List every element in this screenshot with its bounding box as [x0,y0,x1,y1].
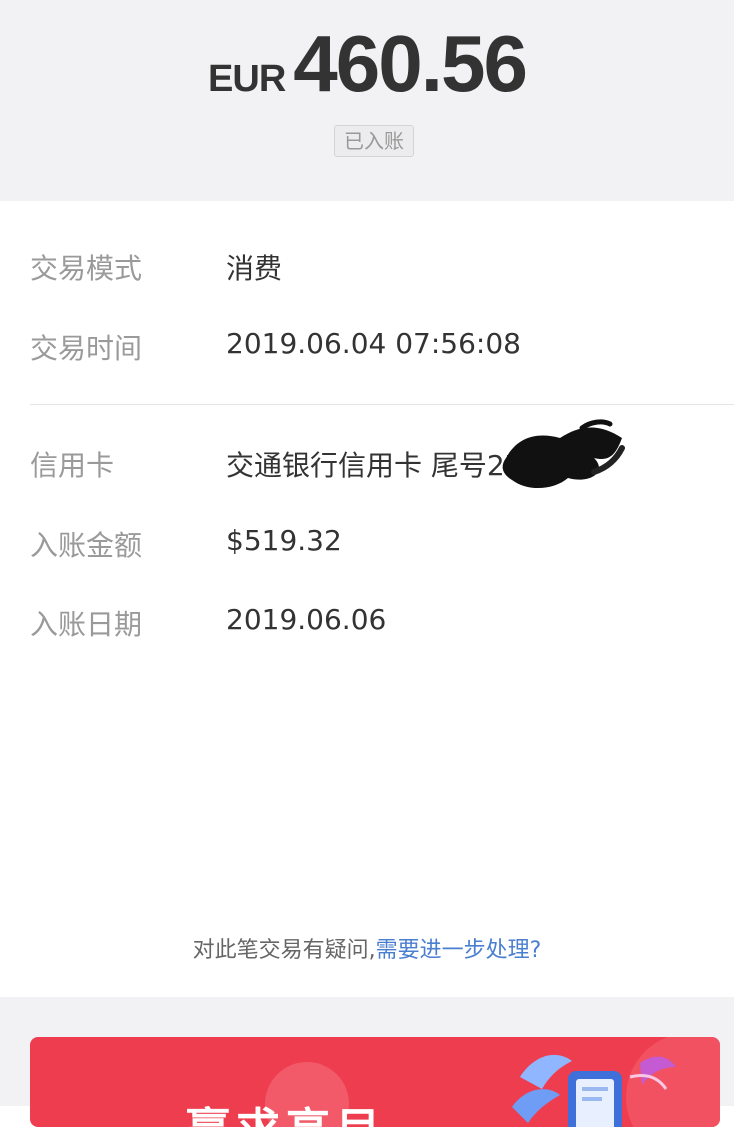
amount-value: 460.56 [293,19,528,108]
detail-label: 交易模式 [30,252,143,285]
detail-value: $519.32 [226,524,342,557]
dispute-text: 对此笔交易有疑问, [192,938,376,963]
banner-title: 赢求高目 [186,1093,386,1127]
amount-header: EUR 460.56 已入账 [0,0,734,201]
detail-label: 交易时间 [30,332,143,365]
currency-label: EUR [208,58,286,100]
section-divider [30,404,734,405]
detail-value: 2019.06.04 07:56:08 [226,327,521,360]
redaction-scribble [502,419,625,489]
transaction-amount: EUR 460.56 [0,18,734,110]
phone-illustration-icon [512,1037,720,1127]
promo-banner[interactable]: 赢求高目 [30,1037,720,1127]
detail-label: 入账日期 [30,608,143,641]
detail-value: 2019.06.06 [226,603,387,636]
detail-row-mode: 交易模式 消费 [30,247,730,291]
status-badge: 已入账 [334,125,414,157]
dispute-link[interactable]: 需要进一步处理? [376,938,542,963]
detail-row-posted-date: 入账日期 2019.06.06 [30,603,730,647]
detail-row-posted-amount: 入账金额 $519.32 [30,524,730,568]
detail-row-time: 交易时间 2019.06.04 07:56:08 [30,327,730,371]
detail-value: 消费 [226,252,283,285]
detail-label: 信用卡 [30,449,115,482]
dispute-prompt: 对此笔交易有疑问,需要进一步处理? [0,932,734,964]
detail-label: 入账金额 [30,529,143,562]
